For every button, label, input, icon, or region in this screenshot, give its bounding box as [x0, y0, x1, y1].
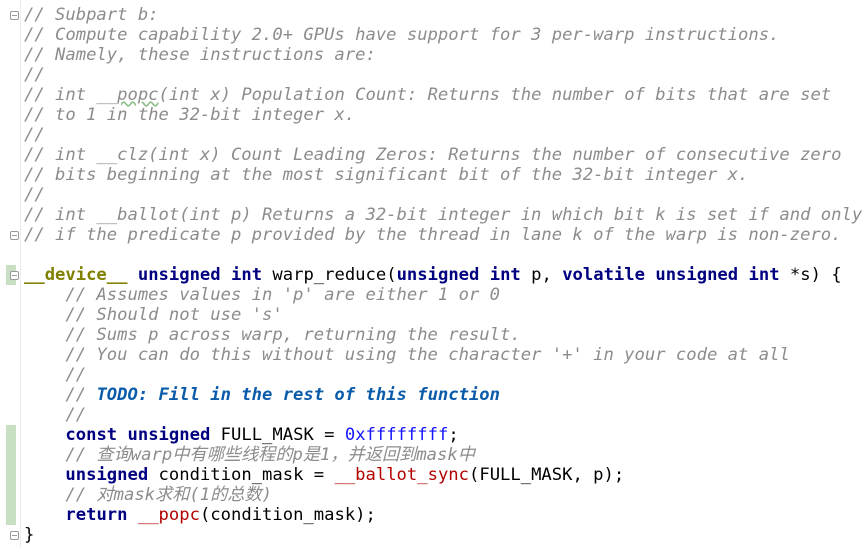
unsigned-keyword: unsigned: [137, 265, 221, 285]
code-line-8: // int __clz(int x) Count Leading Zeros:…: [24, 145, 842, 165]
ballot-sync-call: __ballot_sync: [334, 465, 469, 485]
condition-mask-line: unsigned condition_mask = __ballot_sync(…: [24, 465, 862, 485]
body-comment-6: //: [24, 405, 87, 425]
int-keyword: int: [231, 265, 263, 285]
int-keyword: int: [748, 265, 780, 285]
fold-comment-end-icon[interactable]: [10, 231, 19, 240]
fold-function-end-icon[interactable]: [10, 531, 19, 540]
ballot-args: (FULL_MASK, p);: [469, 465, 625, 485]
full-mask-value: 0xffffffff: [344, 425, 449, 445]
code-line-1: // Subpart b:: [24, 5, 159, 25]
code-line-11: // int __ballot(int p) Returns a 32-bit …: [24, 205, 863, 225]
function-signature: __device__ unsigned int warp_reduce(unsi…: [24, 265, 862, 285]
popc-spellcheck-word: popc: [117, 85, 159, 105]
return-keyword: return: [65, 505, 128, 525]
full-mask-name: FULL_MASK =: [210, 425, 345, 445]
code-editor[interactable]: // Subpart b: // Compute capability 2.0+…: [0, 0, 864, 548]
popc-call: __popc: [137, 505, 200, 525]
gutter-divider: [20, 0, 21, 548]
fold-comment-start-icon[interactable]: [10, 11, 19, 20]
code-line-12: // if the predicate p provided by the th…: [24, 225, 842, 245]
const-keyword: const: [65, 425, 118, 445]
volatile-keyword: volatile: [562, 265, 645, 285]
popc-args: (condition_mask);: [199, 505, 376, 525]
condition-mask-decl: condition_mask =: [148, 465, 335, 485]
body-comment-5: //: [24, 365, 87, 385]
body-comment-2: // Should not use 's': [24, 305, 283, 325]
full-mask-declaration: const unsigned FULL_MASK = 0xffffffff;: [24, 425, 862, 445]
unsigned-keyword: unsigned: [127, 425, 211, 445]
code-line-4: //: [24, 65, 45, 85]
unsigned-keyword: unsigned: [655, 265, 739, 285]
chinese-comment-ballot: // 查询warp中有哪些线程的p是1，并返回到mask中: [24, 445, 475, 465]
popc-comment-prefix: // int __: [24, 85, 118, 105]
todo-comment: // TODO: Fill in the rest of this functi…: [24, 385, 862, 405]
code-line-6: // to 1 in the 32-bit integer x.: [24, 105, 356, 125]
code-line-3: // Namely, these instructions are:: [24, 45, 376, 65]
param-s: *s) {: [779, 265, 842, 285]
code-line-2: // Compute capability 2.0+ GPUs have sup…: [24, 25, 780, 45]
unsigned-keyword: unsigned: [396, 265, 480, 285]
param-p: p,: [520, 265, 563, 285]
fold-function-start-icon[interactable]: [10, 271, 19, 280]
device-qualifier: __device__: [24, 265, 128, 285]
body-comment-4: // You can do this without using the cha…: [24, 345, 790, 365]
vcs-change-marker[interactable]: [6, 425, 16, 525]
code-lines[interactable]: // Subpart b: // Compute capability 2.0+…: [24, 5, 862, 545]
todo-comment-prefix: //: [24, 385, 97, 405]
unsigned-keyword: unsigned: [65, 465, 149, 485]
function-name: warp_reduce(: [262, 265, 397, 285]
todo-text: TODO: Fill in the rest of this function: [96, 385, 500, 405]
code-line-7: //: [24, 125, 45, 145]
code-line-9: // bits beginning at the most significan…: [24, 165, 749, 185]
return-line: return __popc(condition_mask);: [24, 505, 862, 525]
body-comment-1: // Assumes values in 'p' are either 1 or…: [24, 285, 500, 305]
semicolon: ;: [448, 425, 459, 445]
closing-brace: }: [24, 525, 35, 545]
code-line-10: //: [24, 185, 45, 205]
body-comment-3: // Sums p across warp, returning the res…: [24, 325, 521, 345]
code-line-5: // int __popc(int x) Population Count: R…: [24, 85, 862, 105]
int-keyword: int: [489, 265, 521, 285]
chinese-comment-popc: // 对mask求和(1的总数): [24, 485, 272, 505]
popc-comment-rest: (int x) Population Count: Returns the nu…: [158, 85, 832, 105]
